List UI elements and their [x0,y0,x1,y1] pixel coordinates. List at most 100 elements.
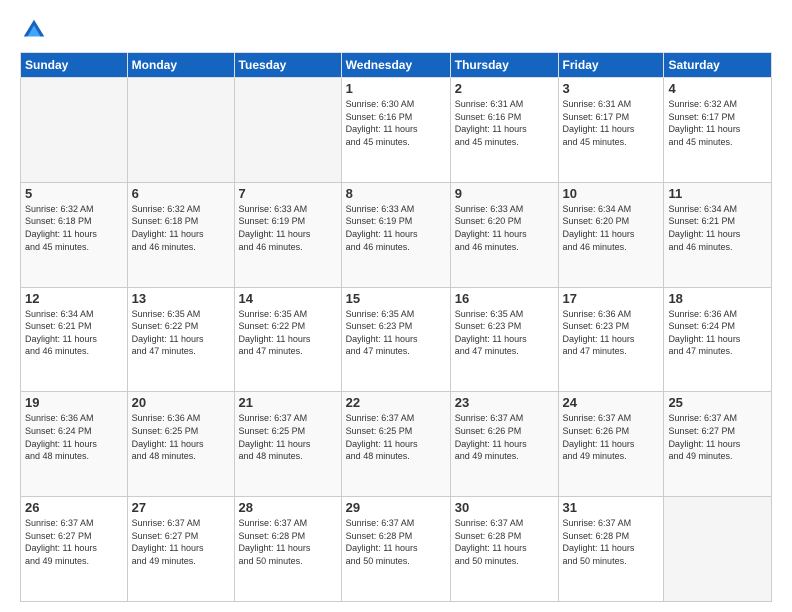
weekday-header-friday: Friday [558,53,664,78]
day-number: 29 [346,500,446,515]
day-info: Sunrise: 6:34 AM Sunset: 6:21 PM Dayligh… [668,203,767,253]
calendar-cell: 12Sunrise: 6:34 AM Sunset: 6:21 PM Dayli… [21,287,128,392]
calendar-cell: 23 Sunrise: 6:37 AM Sunset: 6:26 PM Dayli… [450,392,558,497]
calendar-cell: 21Sunrise: 6:37 AM Sunset: 6:25 PM Dayli… [234,392,341,497]
day-number: 18 [668,291,767,306]
day-number: 22 [346,395,446,410]
day-number: 31 [563,500,660,515]
calendar-cell: 3 Sunrise: 6:31 AM Sunset: 6:17 PM Daylig… [558,78,664,183]
calendar-cell: 31 Sunrise: 6:37 AM Sunset: 6:28 PM Dayli… [558,497,664,602]
day-info: Sunrise: 6:33 AM Sunset: 6:19 PM Dayligh… [239,203,337,253]
day-info: Sunrise: 6:37 AM Sunset: 6:26 PM Dayligh… [455,412,554,462]
calendar-cell: 28Sunrise: 6:37 AM Sunset: 6:28 PM Dayli… [234,497,341,602]
calendar-cell: 29 Sunrise: 6:37 AM Sunset: 6:28 PM Dayli… [341,497,450,602]
day-info: Sunrise: 6:37 AM Sunset: 6:27 PM Dayligh… [668,412,767,462]
logo-icon [20,16,48,44]
calendar-cell: 2 Sunrise: 6:31 AM Sunset: 6:16 PM Daylig… [450,78,558,183]
header [20,16,772,44]
day-info: Sunrise: 6:32 AM Sunset: 6:18 PM Dayligh… [25,203,123,253]
day-info: Sunrise: 6:36 AM Sunset: 6:24 PM Dayligh… [668,308,767,358]
day-info: Sunrise: 6:37 AM Sunset: 6:27 PM Dayligh… [132,517,230,567]
weekday-header-thursday: Thursday [450,53,558,78]
day-number: 23 [455,395,554,410]
calendar-cell: 22 Sunrise: 6:37 AM Sunset: 6:25 PM Dayli… [341,392,450,497]
day-number: 15 [346,291,446,306]
day-info: Sunrise: 6:37 AM Sunset: 6:25 PM Dayligh… [346,412,446,462]
day-info: Sunrise: 6:32 AM Sunset: 6:18 PM Dayligh… [132,203,230,253]
day-number: 27 [132,500,230,515]
day-number: 17 [563,291,660,306]
day-info: Sunrise: 6:37 AM Sunset: 6:28 PM Dayligh… [455,517,554,567]
day-number: 20 [132,395,230,410]
weekday-header-sunday: Sunday [21,53,128,78]
day-info: Sunrise: 6:35 AM Sunset: 6:22 PM Dayligh… [239,308,337,358]
calendar-cell: 16 Sunrise: 6:35 AM Sunset: 6:23 PM Dayli… [450,287,558,392]
calendar-week-1: 1 Sunrise: 6:30 AM Sunset: 6:16 PM Daylig… [21,78,772,183]
day-info: Sunrise: 6:37 AM Sunset: 6:28 PM Dayligh… [239,517,337,567]
day-info: Sunrise: 6:35 AM Sunset: 6:23 PM Dayligh… [346,308,446,358]
day-info: Sunrise: 6:34 AM Sunset: 6:20 PM Dayligh… [563,203,660,253]
calendar-week-2: 5 Sunrise: 6:32 AM Sunset: 6:18 PM Daylig… [21,182,772,287]
calendar-cell: 4 Sunrise: 6:32 AM Sunset: 6:17 PM Daylig… [664,78,772,183]
day-number: 26 [25,500,123,515]
weekday-header-wednesday: Wednesday [341,53,450,78]
day-info: Sunrise: 6:30 AM Sunset: 6:16 PM Dayligh… [346,98,446,148]
day-info: Sunrise: 6:37 AM Sunset: 6:28 PM Dayligh… [346,517,446,567]
calendar-week-5: 26 Sunrise: 6:37 AM Sunset: 6:27 PM Dayli… [21,497,772,602]
calendar-cell: 17 Sunrise: 6:36 AM Sunset: 6:23 PM Dayli… [558,287,664,392]
day-number: 3 [563,81,660,96]
day-number: 6 [132,186,230,201]
day-number: 8 [346,186,446,201]
day-number: 14 [239,291,337,306]
calendar-cell: 14 Sunrise: 6:35 AM Sunset: 6:22 PM Dayli… [234,287,341,392]
logo [20,16,52,44]
weekday-header-saturday: Saturday [664,53,772,78]
day-number: 5 [25,186,123,201]
calendar-cell: 9 Sunrise: 6:33 AM Sunset: 6:20 PM Daylig… [450,182,558,287]
calendar-cell: 20 Sunrise: 6:36 AM Sunset: 6:25 PM Dayli… [127,392,234,497]
page: SundayMondayTuesdayWednesdayThursdayFrid… [0,0,792,612]
day-info: Sunrise: 6:37 AM Sunset: 6:28 PM Dayligh… [563,517,660,567]
calendar-week-4: 19Sunrise: 6:36 AM Sunset: 6:24 PM Dayli… [21,392,772,497]
calendar-cell: 19Sunrise: 6:36 AM Sunset: 6:24 PM Dayli… [21,392,128,497]
day-number: 10 [563,186,660,201]
day-info: Sunrise: 6:31 AM Sunset: 6:17 PM Dayligh… [563,98,660,148]
day-number: 4 [668,81,767,96]
day-info: Sunrise: 6:36 AM Sunset: 6:23 PM Dayligh… [563,308,660,358]
calendar-cell: 7 Sunrise: 6:33 AM Sunset: 6:19 PM Daylig… [234,182,341,287]
calendar-cell: 26 Sunrise: 6:37 AM Sunset: 6:27 PM Dayli… [21,497,128,602]
day-number: 11 [668,186,767,201]
day-number: 16 [455,291,554,306]
day-info: Sunrise: 6:36 AM Sunset: 6:25 PM Dayligh… [132,412,230,462]
calendar-cell: 27 Sunrise: 6:37 AM Sunset: 6:27 PM Dayli… [127,497,234,602]
calendar-cell: 11 Sunrise: 6:34 AM Sunset: 6:21 PM Dayli… [664,182,772,287]
calendar-cell: 13Sunrise: 6:35 AM Sunset: 6:22 PM Dayli… [127,287,234,392]
day-number: 9 [455,186,554,201]
calendar-cell: 18 Sunrise: 6:36 AM Sunset: 6:24 PM Dayli… [664,287,772,392]
calendar-cell: 6 Sunrise: 6:32 AM Sunset: 6:18 PM Daylig… [127,182,234,287]
day-info: Sunrise: 6:36 AM Sunset: 6:24 PM Dayligh… [25,412,123,462]
calendar-table: SundayMondayTuesdayWednesdayThursdayFrid… [20,52,772,602]
day-info: Sunrise: 6:33 AM Sunset: 6:20 PM Dayligh… [455,203,554,253]
calendar-cell: 5 Sunrise: 6:32 AM Sunset: 6:18 PM Daylig… [21,182,128,287]
day-info: Sunrise: 6:35 AM Sunset: 6:23 PM Dayligh… [455,308,554,358]
day-number: 24 [563,395,660,410]
day-number: 21 [239,395,337,410]
day-number: 2 [455,81,554,96]
day-info: Sunrise: 6:32 AM Sunset: 6:17 PM Dayligh… [668,98,767,148]
day-info: Sunrise: 6:33 AM Sunset: 6:19 PM Dayligh… [346,203,446,253]
day-info: Sunrise: 6:35 AM Sunset: 6:22 PM Dayligh… [132,308,230,358]
weekday-header-row: SundayMondayTuesdayWednesdayThursdayFrid… [21,53,772,78]
calendar-week-3: 12Sunrise: 6:34 AM Sunset: 6:21 PM Dayli… [21,287,772,392]
calendar-cell [664,497,772,602]
calendar-cell: 15 Sunrise: 6:35 AM Sunset: 6:23 PM Dayli… [341,287,450,392]
calendar-cell: 10 Sunrise: 6:34 AM Sunset: 6:20 PM Dayli… [558,182,664,287]
calendar-cell [234,78,341,183]
calendar-cell: 8 Sunrise: 6:33 AM Sunset: 6:19 PM Daylig… [341,182,450,287]
day-number: 1 [346,81,446,96]
calendar-cell: 24Sunrise: 6:37 AM Sunset: 6:26 PM Dayli… [558,392,664,497]
day-number: 7 [239,186,337,201]
calendar-cell: 30Sunrise: 6:37 AM Sunset: 6:28 PM Dayli… [450,497,558,602]
day-info: Sunrise: 6:31 AM Sunset: 6:16 PM Dayligh… [455,98,554,148]
day-info: Sunrise: 6:37 AM Sunset: 6:27 PM Dayligh… [25,517,123,567]
